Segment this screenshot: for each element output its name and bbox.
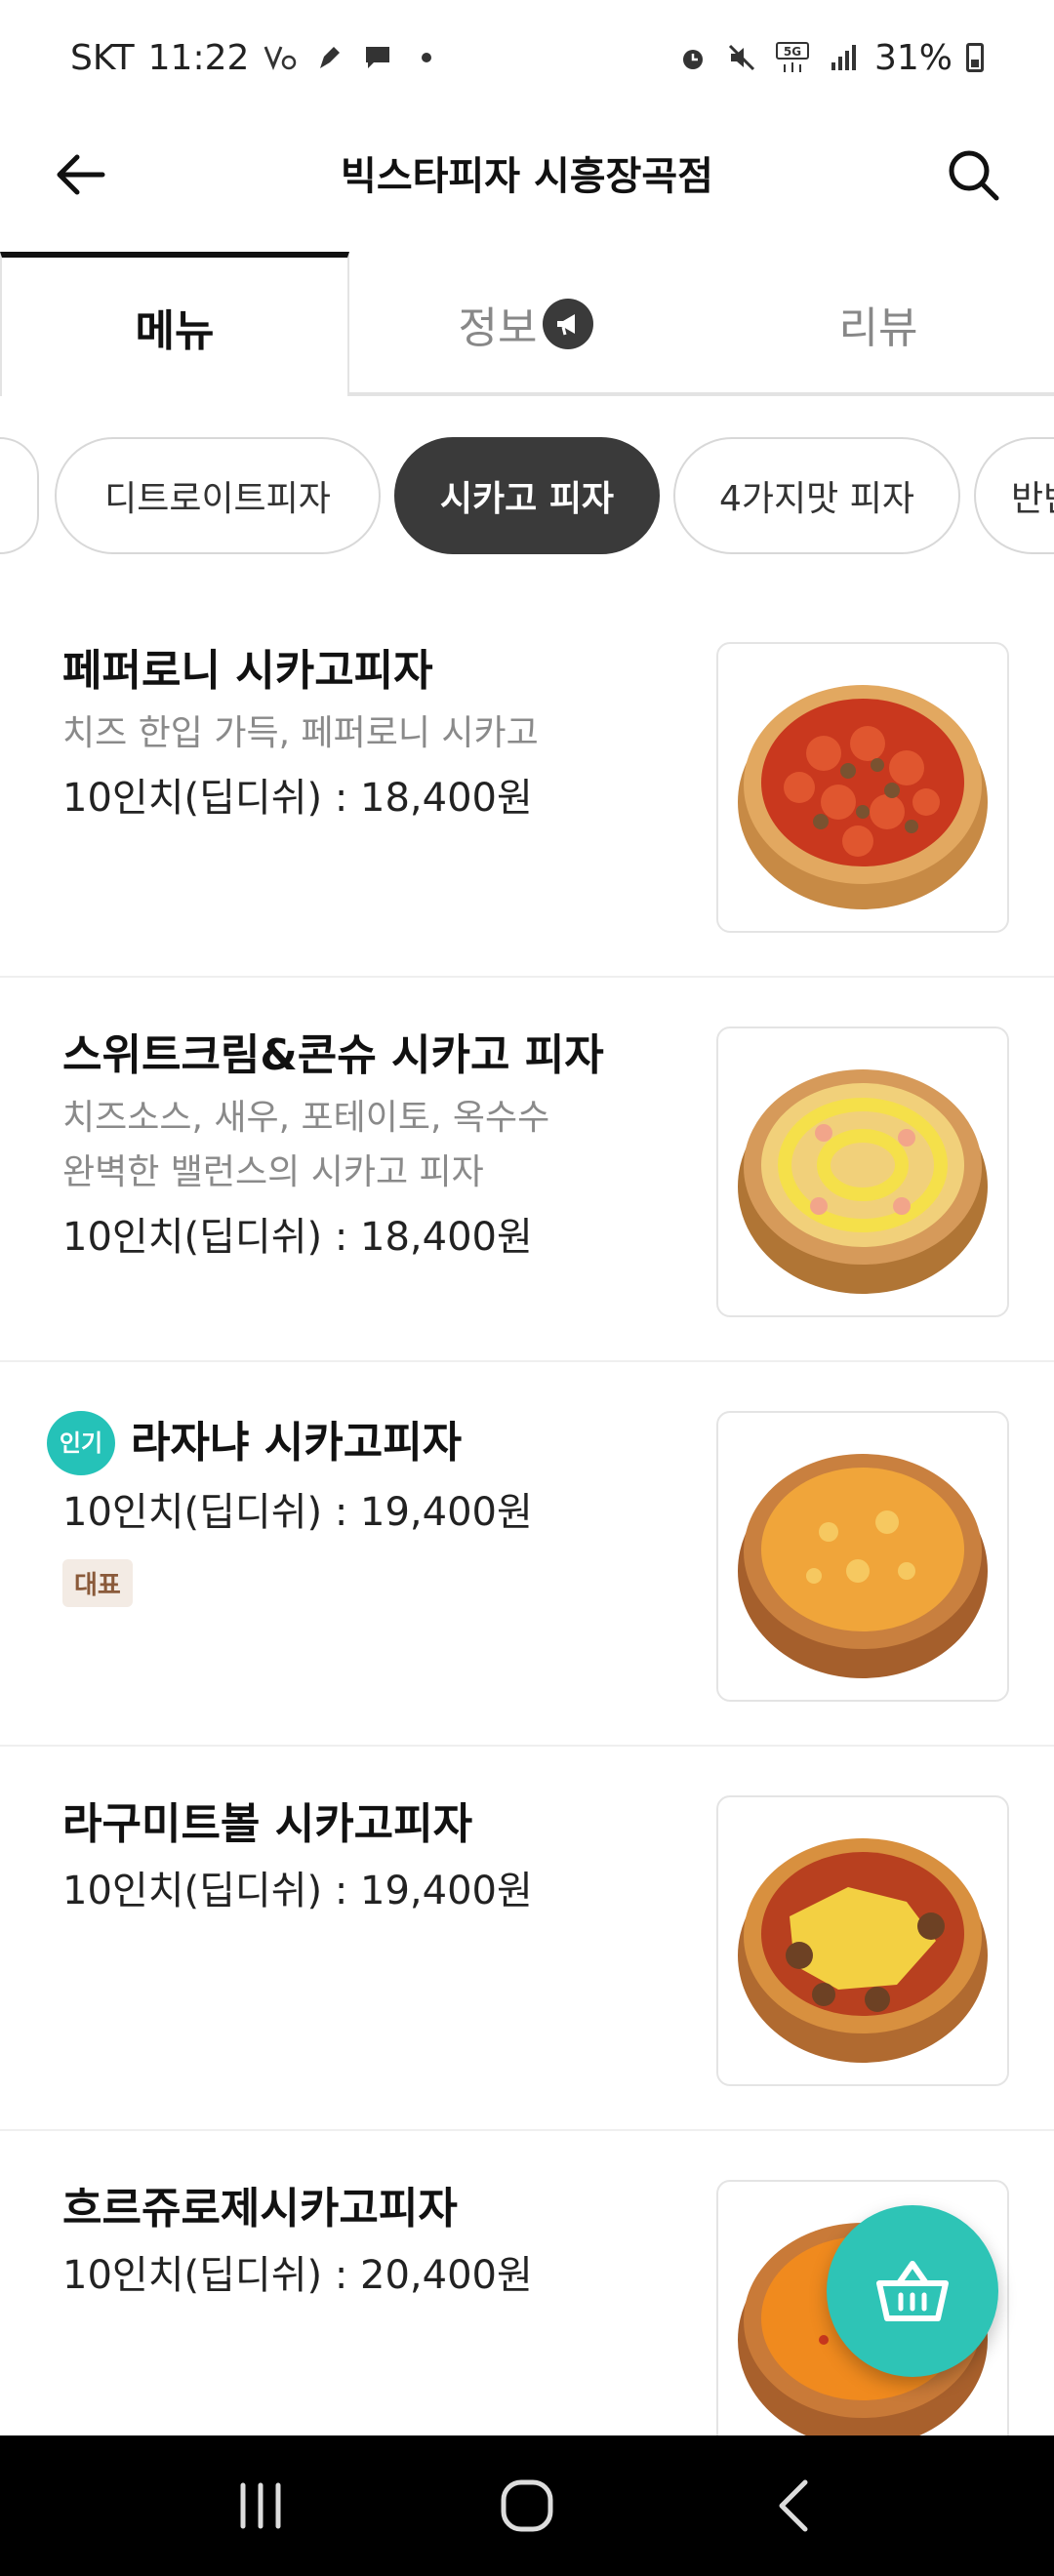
- status-left: SKT 11:22: [70, 38, 444, 78]
- message-icon: [360, 40, 395, 75]
- category-chips: 디트로이트피자 시카고 피자 4가지맛 피자 반반: [0, 437, 1054, 560]
- tab-info-label: 정보: [458, 303, 538, 353]
- menu-item-text: 흐르쥬로제시카고피자 10인치(딥디쉬) : 20,400원: [62, 2180, 687, 2305]
- tab-menu[interactable]: 메뉴: [0, 252, 349, 396]
- menu-item-price: 10인치(딥디쉬) : 20,400원: [62, 2253, 533, 2298]
- clock: 11:22: [147, 37, 250, 78]
- menu-item-image[interactable]: [716, 1795, 1009, 2086]
- home-icon: [501, 2479, 553, 2532]
- menu-item-text: 라구미트볼 시카고피자 10인치(딥디쉬) : 19,400원: [62, 1795, 687, 1920]
- menu-item-text: 스위트크림&콘슈 시카고 피자 치즈소스, 새우, 포테이토, 옥수수 완벽한 …: [62, 1026, 687, 1267]
- page-title: 빅스타피자 시흥장곡점: [341, 154, 713, 199]
- carrier-label: SKT: [70, 37, 135, 78]
- search-button[interactable]: [939, 141, 1007, 209]
- tab-review-label: 리뷰: [838, 303, 918, 353]
- basket-icon: [876, 2261, 949, 2321]
- menu-item-price: 10인치(딥디쉬) : 18,400원: [62, 1215, 533, 1260]
- pen-notification-icon: [311, 40, 346, 75]
- menu-item-image[interactable]: [716, 1411, 1009, 1702]
- chip-label: 반반: [1011, 479, 1054, 519]
- mute-icon: [724, 40, 759, 75]
- menu-item-image[interactable]: [716, 642, 1009, 933]
- system-nav-bar: [0, 2435, 1054, 2576]
- signature-tag: 대표: [62, 1559, 133, 1607]
- volte-icon: [263, 40, 298, 75]
- chip-label: 시카고 피자: [439, 479, 615, 519]
- search-icon: [949, 150, 999, 201]
- menu-item-description: 치즈 한입 가득, 페퍼로니 시카고: [62, 713, 539, 753]
- menu-item-description: 치즈소스, 새우, 포테이토, 옥수수 완벽한 밸런스의 시카고 피자: [62, 1091, 687, 1200]
- app-header: 빅스타피자 시흥장곡점: [0, 115, 1054, 232]
- chevron-left-icon: [779, 2479, 808, 2532]
- menu-item-name: 흐르쥬로제시카고피자: [62, 2184, 458, 2234]
- menu-item-name: 라자냐 시카고피자: [131, 1418, 463, 1468]
- menu-item[interactable]: 페퍼로니 시카고피자 치즈 한입 가득, 페퍼로니 시카고 10인치(딥디쉬) …: [0, 593, 1054, 978]
- chip-label: 디트로이트피자: [104, 479, 331, 519]
- menu-item-name: 스위트크림&콘슈 시카고 피자: [62, 1030, 604, 1080]
- tab-info[interactable]: 정보: [349, 252, 703, 396]
- cart-fab-button[interactable]: [827, 2205, 998, 2377]
- status-bar: SKT 11:22 5G 31%: [0, 0, 1054, 115]
- battery-icon: [966, 43, 984, 72]
- chip-label: 4가지맛 피자: [719, 479, 914, 519]
- alarm-icon: [675, 40, 710, 75]
- menu-item-name-row: 인기 라자냐 시카고피자: [47, 1411, 687, 1475]
- popular-badge: 인기: [47, 1411, 115, 1475]
- menu-item[interactable]: 스위트크림&콘슈 시카고 피자 치즈소스, 새우, 포테이토, 옥수수 완벽한 …: [0, 978, 1054, 1362]
- chip-four-flavor-pizza[interactable]: 4가지맛 피자: [673, 437, 960, 554]
- menu-item-price: 10인치(딥디쉬) : 19,400원: [62, 1869, 533, 1913]
- chip-half-half[interactable]: 반반: [974, 437, 1054, 554]
- signal-icon: [826, 40, 861, 75]
- lasagna-pizza-image: [738, 1454, 988, 1678]
- recent-apps-icon: [240, 2482, 281, 2529]
- svg-text:5G: 5G: [784, 45, 801, 59]
- battery-percent: 31%: [873, 37, 953, 78]
- menu-item-image[interactable]: [716, 1026, 1009, 1317]
- home-button[interactable]: [483, 2462, 571, 2550]
- chip-chicago-pizza[interactable]: 시카고 피자: [394, 437, 660, 554]
- more-notifications-dot-icon: [409, 40, 444, 75]
- menu-item-description-line: 치즈소스, 새우, 포테이토, 옥수수: [62, 1098, 550, 1138]
- chip-previous-partial[interactable]: [0, 437, 39, 554]
- section-tabs: 메뉴 정보 리뷰: [0, 252, 1054, 396]
- menu-item-price: 10인치(딥디쉬) : 19,400원: [62, 1490, 533, 1535]
- tab-review[interactable]: 리뷰: [703, 252, 1054, 396]
- menu-item-text: 인기 라자냐 시카고피자 10인치(딥디쉬) : 19,400원 대표: [47, 1411, 687, 1607]
- tab-menu-label: 메뉴: [135, 306, 215, 356]
- chip-detroit-pizza[interactable]: 디트로이트피자: [55, 437, 381, 554]
- 5g-icon: 5G: [773, 40, 812, 75]
- sweet-cream-pizza-image: [738, 1069, 988, 1294]
- megaphone-icon: [543, 299, 594, 349]
- menu-item[interactable]: 인기 라자냐 시카고피자 10인치(딥디쉬) : 19,400원 대표: [0, 1362, 1054, 1747]
- status-right: 5G 31%: [675, 38, 984, 78]
- menu-item-name: 라구미트볼 시카고피자: [62, 1799, 473, 1849]
- menu-item[interactable]: 라구미트볼 시카고피자 10인치(딥디쉬) : 19,400원: [0, 1747, 1054, 2131]
- menu-item-description-line: 완벽한 밸런스의 시카고 피자: [62, 1152, 484, 1192]
- back-nav-button[interactable]: [750, 2462, 837, 2550]
- menu-item-name: 페퍼로니 시카고피자: [62, 646, 433, 696]
- ragu-meatball-pizza-image: [738, 1838, 988, 2063]
- menu-item-price: 10인치(딥디쉬) : 18,400원: [62, 776, 533, 821]
- recent-apps-button[interactable]: [217, 2462, 304, 2550]
- menu-item-text: 페퍼로니 시카고피자 치즈 한입 가득, 페퍼로니 시카고 10인치(딥디쉬) …: [62, 642, 687, 827]
- pepperoni-pizza-image: [738, 685, 988, 909]
